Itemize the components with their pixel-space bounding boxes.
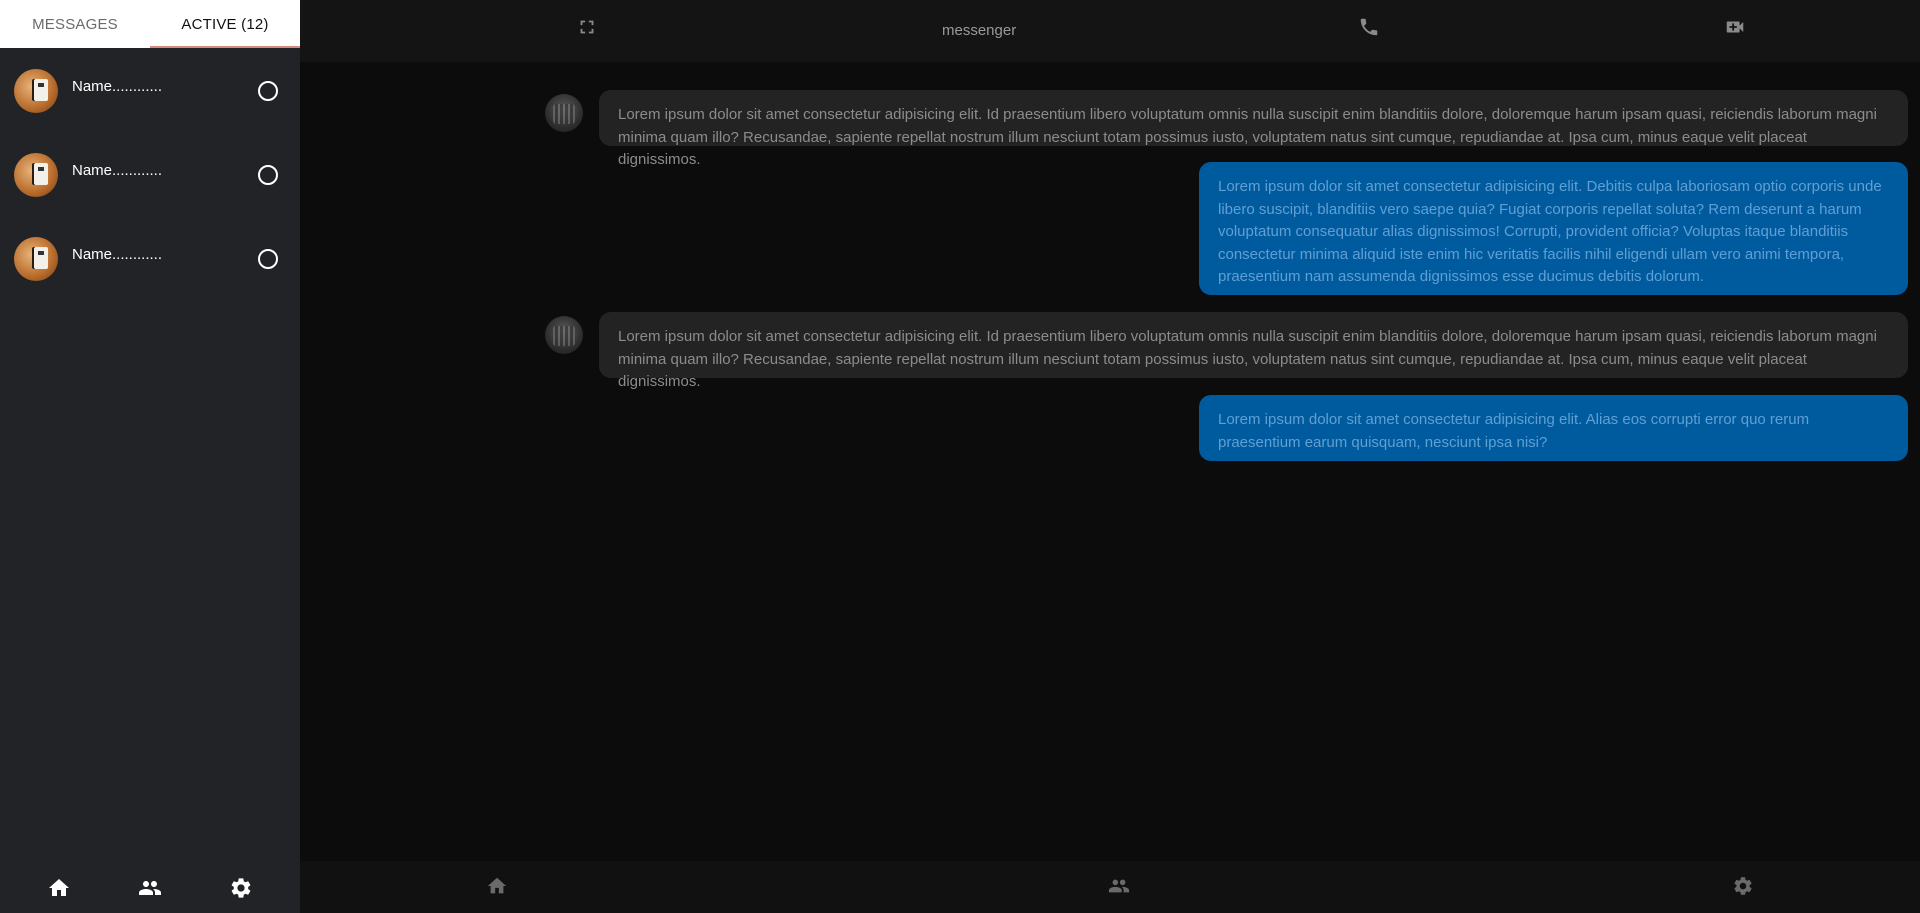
contact-name: Name............ <box>72 78 163 95</box>
contact-item[interactable]: Name............ <box>0 216 300 300</box>
sidebar: MESSAGES ACTIVE (12) Name............ Na… <box>0 0 300 913</box>
chat-panel: messenger Lorem ipsum dolor sit amet con… <box>300 0 1920 913</box>
avatar <box>14 237 58 281</box>
message-bubble: Lorem ipsum dolor sit amet consectetur a… <box>599 90 1908 168</box>
chat-header: messenger <box>300 0 1920 62</box>
message-outgoing: Lorem ipsum dolor sit amet consectetur a… <box>1199 395 1908 461</box>
page-title: messenger <box>942 22 1017 39</box>
people-icon[interactable] <box>138 876 162 900</box>
home-icon[interactable] <box>486 875 508 897</box>
contact-name: Name............ <box>72 246 163 263</box>
bottom-nav <box>300 861 1920 913</box>
tab-messages[interactable]: MESSAGES <box>0 0 150 48</box>
contact-item[interactable]: Name............ <box>0 132 300 216</box>
status-radio-icon[interactable] <box>258 249 278 269</box>
status-radio-icon[interactable] <box>258 165 278 185</box>
sidebar-nav <box>0 863 300 913</box>
phone-icon[interactable] <box>1358 16 1380 38</box>
settings-icon[interactable] <box>229 876 253 900</box>
avatar <box>14 153 58 197</box>
status-radio-icon[interactable] <box>258 81 278 101</box>
video-call-icon[interactable] <box>1724 16 1746 38</box>
message-incoming: Lorem ipsum dolor sit amet consectetur a… <box>545 90 1908 168</box>
settings-icon[interactable] <box>1732 875 1754 897</box>
avatar <box>545 316 583 354</box>
fullscreen-icon[interactable] <box>576 16 598 38</box>
message-incoming: Lorem ipsum dolor sit amet consectetur a… <box>545 312 1908 390</box>
contact-item[interactable]: Name............ <box>0 48 300 132</box>
avatar <box>14 69 58 113</box>
message-outgoing: Lorem ipsum dolor sit amet consectetur a… <box>1199 162 1908 295</box>
message-bubble: Lorem ipsum dolor sit amet consectetur a… <box>599 312 1908 390</box>
home-icon[interactable] <box>47 876 71 900</box>
sidebar-tabs: MESSAGES ACTIVE (12) <box>0 0 300 48</box>
avatar <box>545 94 583 132</box>
people-icon[interactable] <box>1108 875 1130 897</box>
tab-active[interactable]: ACTIVE (12) <box>150 0 300 48</box>
contact-name: Name............ <box>72 162 163 179</box>
messenger-app: MESSAGES ACTIVE (12) Name............ Na… <box>0 0 1920 913</box>
